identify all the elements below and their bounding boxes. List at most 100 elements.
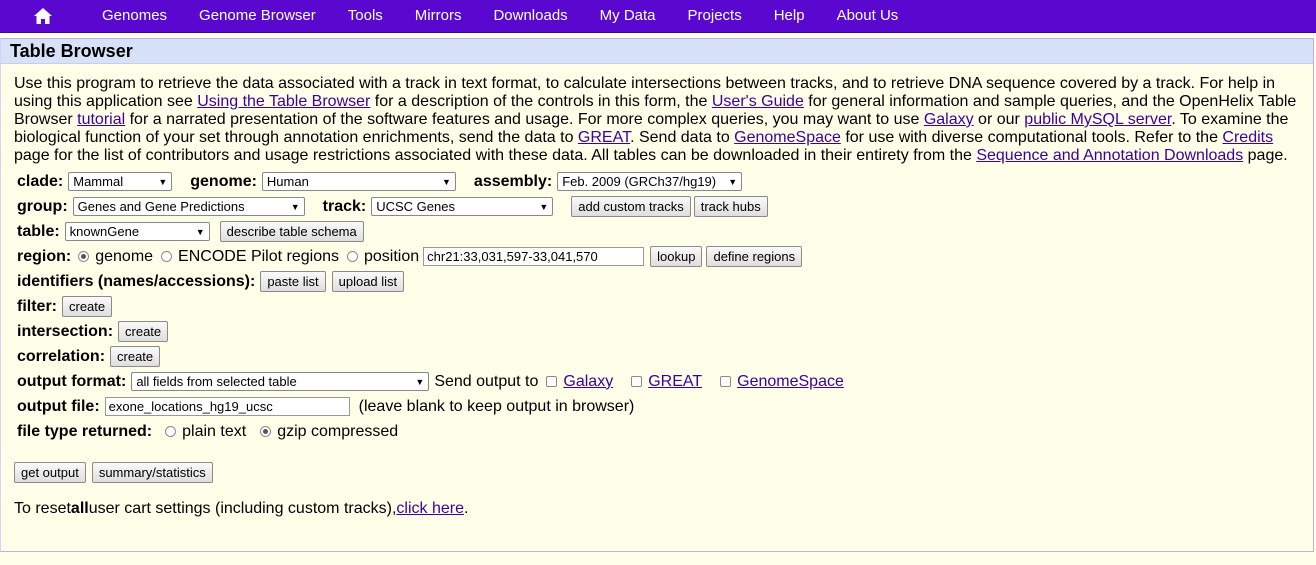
intro-text-7: . Send data to: [630, 129, 735, 146]
assembly-select[interactable]: Feb. 2009 (GRCh37/hg19) ▼: [557, 172, 743, 191]
table-row: table: knownGene ▼ describe table schema: [17, 219, 1300, 244]
define-regions-button[interactable]: define regions: [706, 246, 803, 267]
intro-text-4: for a narrated presentation of the softw…: [125, 111, 924, 128]
chevron-down-icon: ▼: [290, 201, 300, 212]
nav-help[interactable]: Help: [758, 0, 821, 32]
nav-projects[interactable]: Projects: [672, 0, 758, 32]
group-row: group: Genes and Gene Predictions ▼ track…: [17, 194, 1300, 219]
intersection-create-button[interactable]: create: [118, 321, 169, 342]
output-format-row: output format: all fields from selected …: [17, 369, 1300, 394]
intersection-row: intersection: create: [17, 319, 1300, 344]
output-format-select[interactable]: all fields from selected table ▼: [131, 372, 430, 391]
clade-row: clade: Mammal ▼ genome: Human ▼ assembly: …: [17, 169, 1300, 194]
genome-value: Human: [266, 174, 309, 189]
clade-value: Mammal: [73, 174, 124, 189]
region-genome-radio[interactable]: [78, 251, 90, 262]
nav-my-data[interactable]: My Data: [584, 0, 672, 32]
summary-statistics-button[interactable]: summary/statistics: [91, 462, 213, 483]
output-file-row: output file: (leave blank to keep output…: [17, 394, 1300, 419]
region-encode-radio[interactable]: [161, 251, 173, 262]
gzip-radio[interactable]: [260, 426, 272, 437]
nav-tools[interactable]: Tools: [332, 0, 399, 32]
send-genomespace-link[interactable]: GenomeSpace: [737, 373, 844, 391]
send-great-link[interactable]: GREAT: [648, 373, 702, 391]
link-sequence-annotation-downloads[interactable]: Sequence and Annotation Downloads: [976, 147, 1243, 164]
lookup-button[interactable]: lookup: [650, 246, 703, 267]
link-great[interactable]: GREAT: [578, 129, 630, 146]
output-file-input[interactable]: [104, 397, 350, 416]
region-encode-label: ENCODE Pilot regions: [178, 247, 339, 265]
group-value: Genes and Gene Predictions: [77, 199, 245, 214]
track-select[interactable]: UCSC Genes ▼: [371, 197, 554, 216]
nav-genome-browser[interactable]: Genome Browser: [183, 0, 332, 32]
position-input[interactable]: [423, 247, 645, 266]
filter-row: filter: create: [17, 294, 1300, 319]
intro-text-10: page.: [1243, 147, 1288, 164]
reset-text-bold: all: [70, 499, 89, 517]
file-type-label: file type returned:: [17, 422, 153, 440]
send-genomespace-checkbox[interactable]: [720, 376, 732, 387]
link-genomespace[interactable]: GenomeSpace: [734, 129, 841, 146]
output-format-value: all fields from selected table: [136, 374, 297, 389]
identifiers-label: identifiers (names/accessions):: [17, 272, 256, 290]
filter-create-button[interactable]: create: [62, 296, 113, 317]
link-tutorial[interactable]: tutorial: [77, 111, 125, 128]
region-row: region: genome ENCODE Pilot regions posi…: [17, 244, 1300, 269]
send-galaxy-checkbox[interactable]: [546, 376, 558, 387]
nav-about-us[interactable]: About Us: [821, 0, 915, 32]
group-select[interactable]: Genes and Gene Predictions ▼: [72, 197, 305, 216]
file-type-row: file type returned: plain text gzip comp…: [17, 419, 1300, 444]
assembly-value: Feb. 2009 (GRCh37/hg19): [562, 174, 717, 189]
reset-row: To reset all user cart settings (includi…: [14, 496, 1300, 521]
home-icon: [34, 8, 52, 24]
intro-text-2: for a description of the controls in thi…: [370, 93, 712, 110]
output-file-hint: (leave blank to keep output in browser): [358, 397, 635, 415]
region-position-radio[interactable]: [347, 251, 358, 262]
table-browser-panel: Table Browser Use this program to retrie…: [0, 38, 1314, 552]
gzip-label: gzip compressed: [277, 422, 399, 440]
reset-click-here-link[interactable]: click here: [396, 500, 464, 518]
clade-select[interactable]: Mammal ▼: [68, 172, 173, 191]
reset-text-2: user cart settings (including custom tra…: [88, 499, 397, 517]
link-public-mysql[interactable]: public MySQL server: [1024, 111, 1171, 128]
identifiers-row: identifiers (names/accessions): paste li…: [17, 269, 1300, 294]
nav-downloads[interactable]: Downloads: [477, 0, 583, 32]
table-label: table:: [17, 222, 60, 240]
send-output-label: Send output to: [434, 372, 539, 390]
chevron-down-icon: ▼: [442, 176, 451, 187]
get-output-button[interactable]: get output: [14, 462, 86, 483]
send-great-checkbox[interactable]: [631, 376, 643, 387]
chevron-down-icon: ▼: [728, 176, 738, 187]
chevron-down-icon: ▼: [415, 376, 425, 387]
clade-label: clade:: [17, 172, 64, 190]
link-using-table-browser[interactable]: Using the Table Browser: [197, 93, 370, 110]
genome-select[interactable]: Human ▼: [261, 172, 456, 191]
nav-genomes[interactable]: Genomes: [86, 0, 183, 32]
add-custom-tracks-button[interactable]: add custom tracks: [571, 196, 691, 217]
nav-mirrors[interactable]: Mirrors: [399, 0, 478, 32]
table-value: knownGene: [69, 224, 140, 239]
link-users-guide[interactable]: User's Guide: [712, 93, 804, 110]
upload-list-button[interactable]: upload list: [331, 271, 405, 292]
link-credits[interactable]: Credits: [1222, 129, 1273, 146]
paste-list-button[interactable]: paste list: [260, 271, 326, 292]
table-select[interactable]: knownGene ▼: [64, 222, 210, 241]
region-label: region:: [17, 247, 72, 265]
region-genome-label: genome: [95, 247, 154, 265]
top-navbar: Genomes Genome Browser Tools Mirrors Dow…: [0, 0, 1316, 33]
home-button[interactable]: [0, 0, 86, 32]
intro-text: Use this program to retrieve the data as…: [14, 75, 1300, 165]
filter-label: filter:: [17, 297, 57, 315]
page-title: Table Browser: [1, 39, 1313, 64]
track-hubs-button[interactable]: track hubs: [693, 196, 768, 217]
output-file-label: output file:: [17, 397, 100, 415]
intro-text-5: or our: [973, 111, 1025, 128]
track-label: track:: [322, 197, 367, 215]
describe-table-schema-button[interactable]: describe table schema: [219, 221, 364, 242]
correlation-create-button[interactable]: create: [110, 346, 161, 367]
output-format-label: output format:: [17, 372, 127, 390]
link-galaxy[interactable]: Galaxy: [924, 111, 974, 128]
plain-text-radio[interactable]: [165, 426, 177, 437]
send-galaxy-link[interactable]: Galaxy: [563, 373, 613, 391]
chevron-down-icon: ▼: [539, 201, 549, 212]
